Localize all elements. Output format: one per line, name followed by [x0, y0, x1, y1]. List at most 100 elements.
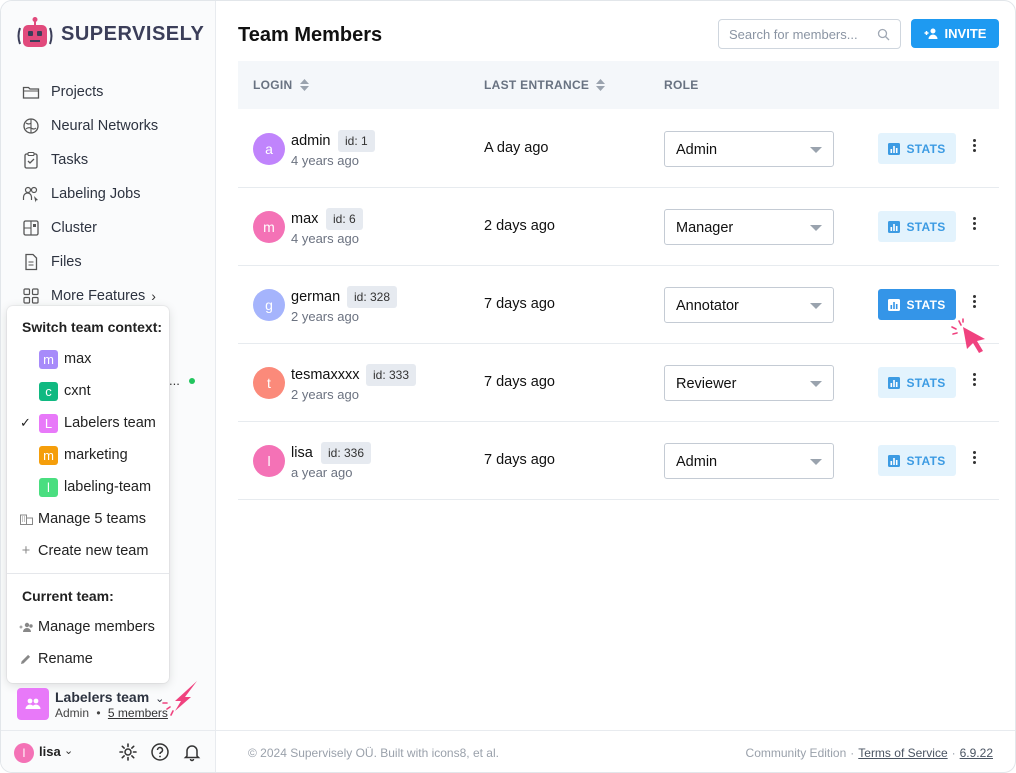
building-icon — [18, 511, 34, 527]
search-input[interactable]: Search for members... — [718, 19, 901, 49]
caret-down-icon — [810, 381, 822, 387]
nav-item-labeling-jobs[interactable]: Labeling Jobs — [1, 177, 215, 211]
stats-button[interactable]: STATS — [878, 445, 956, 476]
nav-label: Neural Networks — [51, 118, 159, 134]
role-select[interactable]: Reviewer — [664, 365, 834, 401]
member-created-ago: 2 years ago — [291, 309, 359, 324]
robot-logo-icon — [17, 17, 53, 47]
help-icon[interactable] — [150, 742, 170, 762]
meta-separator: • — [96, 706, 101, 720]
chevron-right-icon: › — [151, 288, 156, 304]
role-select[interactable]: Annotator — [664, 287, 834, 323]
role-select[interactable]: Manager — [664, 209, 834, 245]
pointer-arrow-icon — [951, 318, 985, 353]
column-header-last-entrance[interactable]: LAST ENTRANCE — [484, 78, 606, 92]
stats-button[interactable]: STATS — [878, 211, 956, 242]
team-members-link[interactable]: 5 members — [108, 706, 168, 720]
bar-chart-icon — [888, 454, 901, 467]
current-team-name-text: Labelers team — [55, 689, 150, 705]
more-options-icon[interactable] — [971, 451, 977, 467]
sort-icon — [596, 79, 606, 91]
nav-item-neural-networks[interactable]: Neural Networks — [1, 109, 215, 143]
role-value: Reviewer — [676, 376, 737, 392]
bell-icon[interactable] — [182, 742, 202, 762]
invite-button[interactable]: INVITE — [911, 19, 999, 48]
more-options-icon[interactable] — [971, 373, 977, 389]
chevron-down-icon[interactable]: ⌄ — [64, 744, 73, 757]
role-select[interactable]: Admin — [664, 443, 834, 479]
team-option-label: cxnt — [64, 383, 91, 399]
caret-down-icon — [810, 225, 822, 231]
invite-label: INVITE — [944, 26, 987, 41]
role-select[interactable]: Admin — [664, 131, 834, 167]
team-option-max[interactable]: m max — [7, 343, 169, 375]
folder-icon — [22, 86, 40, 99]
nav-label: Files — [51, 254, 82, 270]
main-nav: Projects Neural Networks Tasks Labeling … — [1, 75, 215, 313]
member-created-ago: a year ago — [291, 465, 353, 480]
version-link[interactable]: 6.9.22 — [960, 746, 993, 760]
column-header-login[interactable]: LOGIN — [253, 78, 309, 92]
user-name[interactable]: lisa — [39, 744, 61, 759]
cluster-icon — [23, 220, 39, 236]
nav-label: More Features — [51, 288, 146, 304]
sidebar: SUPERVISELY Projects Neural Networks Tas… — [1, 1, 216, 772]
current-team-role: Admin — [55, 706, 90, 720]
table-row: m max id: 6 4 years ago 2 days ago Manag… — [238, 188, 999, 266]
app-window: SUPERVISELY Projects Neural Networks Tas… — [0, 0, 1016, 773]
create-team-item[interactable]: + Create new team — [7, 535, 169, 567]
stats-label: STATS — [906, 219, 946, 234]
member-login: admin — [291, 133, 331, 149]
check-icon: ✓ — [20, 415, 31, 430]
bar-chart-icon — [888, 220, 901, 233]
bar-chart-icon — [888, 376, 901, 389]
team-option-marketing[interactable]: m marketing — [7, 439, 169, 471]
team-option-labelers-team[interactable]: ✓ L Labelers team — [7, 407, 169, 439]
team-option-label: labeling-team — [64, 479, 152, 495]
table-row: l lisa id: 336 a year ago 7 days ago Adm… — [238, 422, 999, 500]
member-last-entrance: 7 days ago — [484, 452, 555, 468]
rename-item[interactable]: Rename — [7, 643, 169, 675]
user-avatar[interactable]: l — [14, 743, 34, 763]
logo[interactable]: SUPERVISELY — [17, 16, 204, 52]
member-created-ago: 4 years ago — [291, 153, 359, 168]
page-footer: © 2024 Supervisely OÜ. Built with icons8… — [216, 730, 1015, 772]
team-option-cxnt[interactable]: c cxnt — [7, 375, 169, 407]
nav-item-files[interactable]: Files — [1, 245, 215, 279]
caret-down-icon — [810, 147, 822, 153]
nav-item-tasks[interactable]: Tasks — [1, 143, 215, 177]
member-id-badge: id: 336 — [321, 442, 372, 464]
caret-down-icon — [810, 303, 822, 309]
terms-of-service-link[interactable]: Terms of Service — [858, 746, 947, 760]
stats-button[interactable]: STATS — [878, 289, 956, 320]
copyright-text: © 2024 Supervisely OÜ. Built with icons8… — [248, 746, 499, 760]
nav-label: Cluster — [51, 220, 97, 236]
file-icon — [25, 253, 38, 271]
team-option-labeling-team[interactable]: l labeling-team — [7, 471, 169, 503]
menu-divider — [7, 573, 169, 574]
more-options-icon[interactable] — [971, 295, 977, 311]
nav-label: Labeling Jobs — [51, 186, 141, 202]
footer-separator: · — [951, 746, 956, 760]
member-avatar: l — [253, 445, 285, 477]
stats-button[interactable]: STATS — [878, 133, 956, 164]
nav-item-projects[interactable]: Projects — [1, 75, 215, 109]
stats-label: STATS — [906, 141, 946, 156]
footer-separator: · — [850, 746, 855, 760]
team-badge: m — [39, 445, 58, 465]
edition-text: Community Edition — [745, 746, 847, 760]
column-label: LOGIN — [253, 78, 293, 92]
nav-label: Tasks — [51, 152, 89, 168]
more-options-icon[interactable] — [971, 217, 977, 233]
stats-button[interactable]: STATS — [878, 367, 956, 398]
more-options-icon[interactable] — [971, 139, 977, 155]
manage-members-label: Manage members — [38, 619, 155, 635]
role-value: Manager — [676, 220, 734, 236]
team-option-label: Labelers team — [64, 415, 156, 431]
current-team-title: Current team: — [22, 588, 114, 604]
nav-item-cluster[interactable]: Cluster — [1, 211, 215, 245]
manage-members-item[interactable]: Manage members — [7, 611, 169, 643]
add-user-icon — [924, 28, 938, 39]
gear-icon[interactable] — [118, 742, 138, 762]
manage-teams-item[interactable]: Manage 5 teams — [7, 503, 169, 535]
